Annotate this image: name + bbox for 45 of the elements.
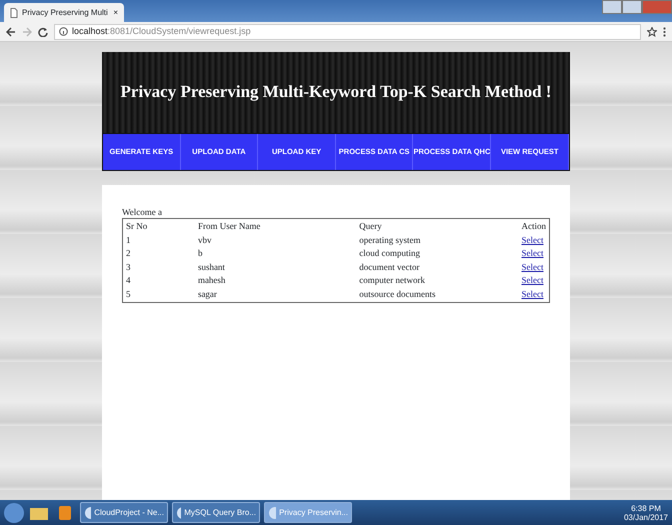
table-cell-text: b bbox=[196, 248, 204, 260]
select-link[interactable]: Select bbox=[521, 234, 544, 244]
column-header: Query bbox=[358, 221, 383, 232]
table-cell-text: vbv bbox=[196, 234, 212, 246]
table-cell-text: 2 bbox=[125, 248, 132, 260]
back-icon[interactable] bbox=[6, 26, 16, 36]
table-cell-text: 4 bbox=[125, 275, 132, 286]
reload-icon[interactable] bbox=[38, 26, 48, 36]
table-cell-text: document vector bbox=[358, 262, 420, 273]
table-cell-text: sagar bbox=[196, 288, 218, 300]
start-button[interactable] bbox=[4, 502, 24, 522]
app-icon bbox=[84, 506, 92, 520]
clock-time: 6:38 PM bbox=[630, 504, 662, 512]
table-cell-text: 5 bbox=[125, 288, 132, 300]
taskbar-button[interactable]: CloudProject - Ne... bbox=[80, 502, 168, 523]
table-cell-text: computer network bbox=[358, 275, 426, 286]
select-link[interactable]: Select bbox=[521, 248, 544, 258]
column-header: Action bbox=[520, 221, 547, 232]
address-text: localhost:8081/CloudSystem/viewrequest.jsp bbox=[72, 24, 251, 38]
clock-date: 03/Jan/2017 bbox=[624, 512, 668, 522]
column-header: From User Name bbox=[196, 221, 262, 232]
taskbar-button[interactable]: MySQL Query Bro... bbox=[172, 502, 260, 523]
table-cell-text: mahesh bbox=[196, 275, 226, 286]
address-field[interactable]: localhost:8081/CloudSystem/viewrequest.jsp bbox=[54, 24, 641, 40]
column-header: Sr No bbox=[125, 221, 148, 232]
tab-title: Privacy Preserving Multi bbox=[22, 6, 108, 18]
table-cell-text: 3 bbox=[125, 262, 132, 273]
table-cell-text: operating system bbox=[358, 234, 422, 246]
star-icon[interactable] bbox=[647, 26, 657, 36]
page-icon bbox=[10, 8, 18, 18]
info-icon bbox=[59, 27, 68, 36]
select-link[interactable]: Select bbox=[521, 288, 544, 298]
tab-close-button[interactable]: × bbox=[113, 6, 118, 18]
menu-icon[interactable] bbox=[663, 26, 666, 36]
select-link[interactable]: Select bbox=[521, 262, 544, 272]
table-cell-text: cloud computing bbox=[358, 248, 421, 260]
page-title: Privacy Preserving Multi-Keyword Top-K Search Method ! bbox=[120, 82, 552, 103]
table-cell-text: 1 bbox=[125, 234, 132, 246]
table-cell-text: sushant bbox=[196, 262, 226, 273]
browser-tab[interactable]: Privacy Preserving Multi × bbox=[4, 3, 124, 22]
table-cell-text: outsource documents bbox=[358, 288, 436, 300]
app-icon bbox=[268, 506, 276, 520]
app-icon bbox=[176, 506, 182, 520]
select-link[interactable]: Select bbox=[521, 275, 544, 285]
welcome-text: Welcome a bbox=[122, 207, 164, 218]
